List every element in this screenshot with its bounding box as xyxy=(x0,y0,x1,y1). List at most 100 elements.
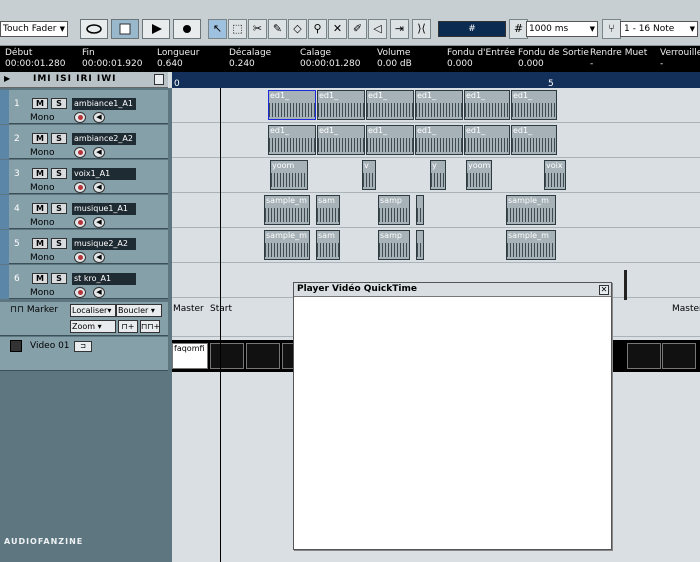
close-button[interactable]: ✕ xyxy=(599,285,609,295)
note-value-select[interactable]: 1 - 16 Note ▼ xyxy=(620,21,698,37)
mute-button[interactable]: M xyxy=(32,168,48,179)
solo-button[interactable]: S xyxy=(51,238,67,249)
track-6[interactable]: 6 M S st kro_A1 Mono ◀ xyxy=(0,265,168,299)
track-name[interactable]: voix1_A1 xyxy=(72,168,136,180)
audio-event[interactable]: yoom xyxy=(270,160,308,190)
audio-event[interactable]: yoom xyxy=(466,160,492,190)
record-enable-icon[interactable] xyxy=(74,182,86,193)
audio-event[interactable]: sample_m xyxy=(264,195,310,225)
track-1[interactable]: 1 M S ambiance1_A1 Mono ◀ xyxy=(0,90,168,124)
track-name[interactable]: st kro_A1 xyxy=(72,273,136,285)
track-name[interactable]: musique1_A1 xyxy=(72,203,136,215)
quantize-select[interactable]: 1000 ms ▼ xyxy=(526,21,598,37)
record-button[interactable] xyxy=(173,19,201,39)
track-name[interactable]: musique2_A2 xyxy=(72,238,136,250)
audio-event[interactable]: samp xyxy=(378,230,410,260)
monitor-icon[interactable]: ◀ xyxy=(93,217,105,228)
audio-event[interactable]: ed1_ xyxy=(415,90,463,120)
marker-start[interactable]: Start xyxy=(210,304,232,314)
audio-event[interactable]: y xyxy=(430,160,446,190)
triangle-icon[interactable]: ▶ xyxy=(4,74,10,83)
audio-event[interactable] xyxy=(416,195,424,225)
speaker-tool[interactable]: ◁ xyxy=(368,19,387,39)
track-mode-buttons[interactable]: IMI ISI IRI IWI xyxy=(33,74,116,84)
audio-event[interactable]: sample_m xyxy=(506,230,556,260)
window-toggle-icon[interactable] xyxy=(154,74,164,85)
glue-tool[interactable]: ✎ xyxy=(268,19,287,39)
info-value-volume[interactable]: 0.00 dB xyxy=(377,59,412,70)
zoom-select[interactable]: Zoom ▾ xyxy=(70,320,116,333)
track-expand-handle[interactable] xyxy=(0,160,9,194)
quicktime-player-window[interactable]: Player Vidéo QuickTime ✕ xyxy=(293,282,612,550)
audio-event[interactable]: sample_m xyxy=(264,230,310,260)
solo-button[interactable]: S xyxy=(51,203,67,214)
cycle-button[interactable] xyxy=(80,19,108,39)
audio-event[interactable]: ed1_ xyxy=(268,125,316,155)
zoom-tool[interactable]: ⚲ xyxy=(308,19,327,39)
record-enable-icon[interactable] xyxy=(74,252,86,263)
marker-master[interactable]: Master xyxy=(173,304,204,314)
audio-event[interactable]: ed1_ xyxy=(366,125,414,155)
autoscroll-button[interactable]: ⇥ xyxy=(390,19,409,39)
audio-event[interactable]: ed1_ xyxy=(511,125,557,155)
info-value-mute[interactable]: - xyxy=(590,59,647,70)
solo-button[interactable]: S xyxy=(51,98,67,109)
mute-button[interactable]: M xyxy=(32,273,48,284)
record-enable-icon[interactable] xyxy=(74,287,86,298)
fader-mode-select[interactable]: Touch Fader ▼ xyxy=(0,21,68,37)
track-3[interactable]: 3 M S voix1_A1 Mono ◀ xyxy=(0,160,168,194)
audio-event[interactable]: ed1_ xyxy=(268,90,316,120)
grid-type-select[interactable]: # xyxy=(438,21,506,37)
audio-event[interactable]: ed1_ xyxy=(317,90,365,120)
monitor-icon[interactable]: ◀ xyxy=(93,112,105,123)
audio-event[interactable]: ed1_ xyxy=(415,125,463,155)
add-cycle-marker-button[interactable]: ⊓⊓+ xyxy=(140,320,160,333)
loop-select[interactable]: Boucler ▾ xyxy=(116,304,162,317)
record-enable-icon[interactable] xyxy=(74,112,86,123)
audio-event[interactable]: ed1_ xyxy=(511,90,557,120)
video-clip[interactable]: faqomfi xyxy=(172,343,208,369)
info-value-offset[interactable]: 0.240 xyxy=(229,59,271,70)
tempo-button[interactable]: ⑂ xyxy=(602,19,621,39)
video-track[interactable]: Video 01 ⊐ xyxy=(0,337,168,371)
track-expand-handle[interactable] xyxy=(0,125,9,159)
audio-event[interactable]: ed1_ xyxy=(317,125,365,155)
track-expand-handle[interactable] xyxy=(0,90,9,124)
record-enable-icon[interactable] xyxy=(74,217,86,228)
solo-button[interactable]: S xyxy=(51,273,67,284)
info-value-lock[interactable]: - xyxy=(660,59,700,70)
info-value-fade-in[interactable]: 0.000 xyxy=(447,59,515,70)
track-5[interactable]: 5 M S musique2_A2 Mono ◀ xyxy=(0,230,168,264)
info-value-snap[interactable]: 00:00:01.280 xyxy=(300,59,360,70)
mute-button[interactable]: M xyxy=(32,238,48,249)
monitor-icon[interactable]: ◀ xyxy=(93,182,105,193)
info-value-end[interactable]: 00:00:01.920 xyxy=(82,59,142,70)
play-button[interactable] xyxy=(142,19,170,39)
mute-button[interactable]: M xyxy=(32,203,48,214)
player-title-bar[interactable]: Player Vidéo QuickTime xyxy=(294,283,611,297)
info-value-fade-out[interactable]: 0.000 xyxy=(518,59,589,70)
timeline-ruler[interactable]: 0 5 xyxy=(172,72,700,89)
track-expand-handle[interactable] xyxy=(0,265,9,299)
mute-button[interactable]: M xyxy=(32,133,48,144)
audio-event[interactable]: ed1_ xyxy=(464,125,510,155)
marker-master[interactable]: Master xyxy=(672,304,700,314)
pointer-tool[interactable]: ↖ xyxy=(208,19,227,39)
audio-event[interactable]: samp xyxy=(378,195,410,225)
marker-track[interactable]: ⊓⊓ Marker Localiser▾ Boucler ▾ Zoom ▾ ⊓+… xyxy=(0,302,168,336)
track-name[interactable]: ambiance2_A2 xyxy=(72,133,136,145)
add-marker-button[interactable]: ⊓+ xyxy=(118,320,138,333)
track-expand-handle[interactable] xyxy=(0,195,9,229)
track-4[interactable]: 4 M S musique1_A1 Mono ◀ xyxy=(0,195,168,229)
audio-event[interactable]: voix xyxy=(544,160,566,190)
info-value-start[interactable]: 00:00:01.280 xyxy=(5,59,65,70)
stop-button[interactable] xyxy=(111,19,139,39)
track-name[interactable]: ambiance1_A1 xyxy=(72,98,136,110)
split-tool[interactable]: ✂ xyxy=(248,19,267,39)
track-2[interactable]: 2 M S ambiance2_A2 Mono ◀ xyxy=(0,125,168,159)
erase-tool[interactable]: ◇ xyxy=(288,19,307,39)
solo-button[interactable]: S xyxy=(51,168,67,179)
track-expand-handle[interactable] xyxy=(0,230,9,264)
scroll-handle[interactable] xyxy=(624,270,627,300)
audio-event[interactable]: sam xyxy=(316,230,340,260)
